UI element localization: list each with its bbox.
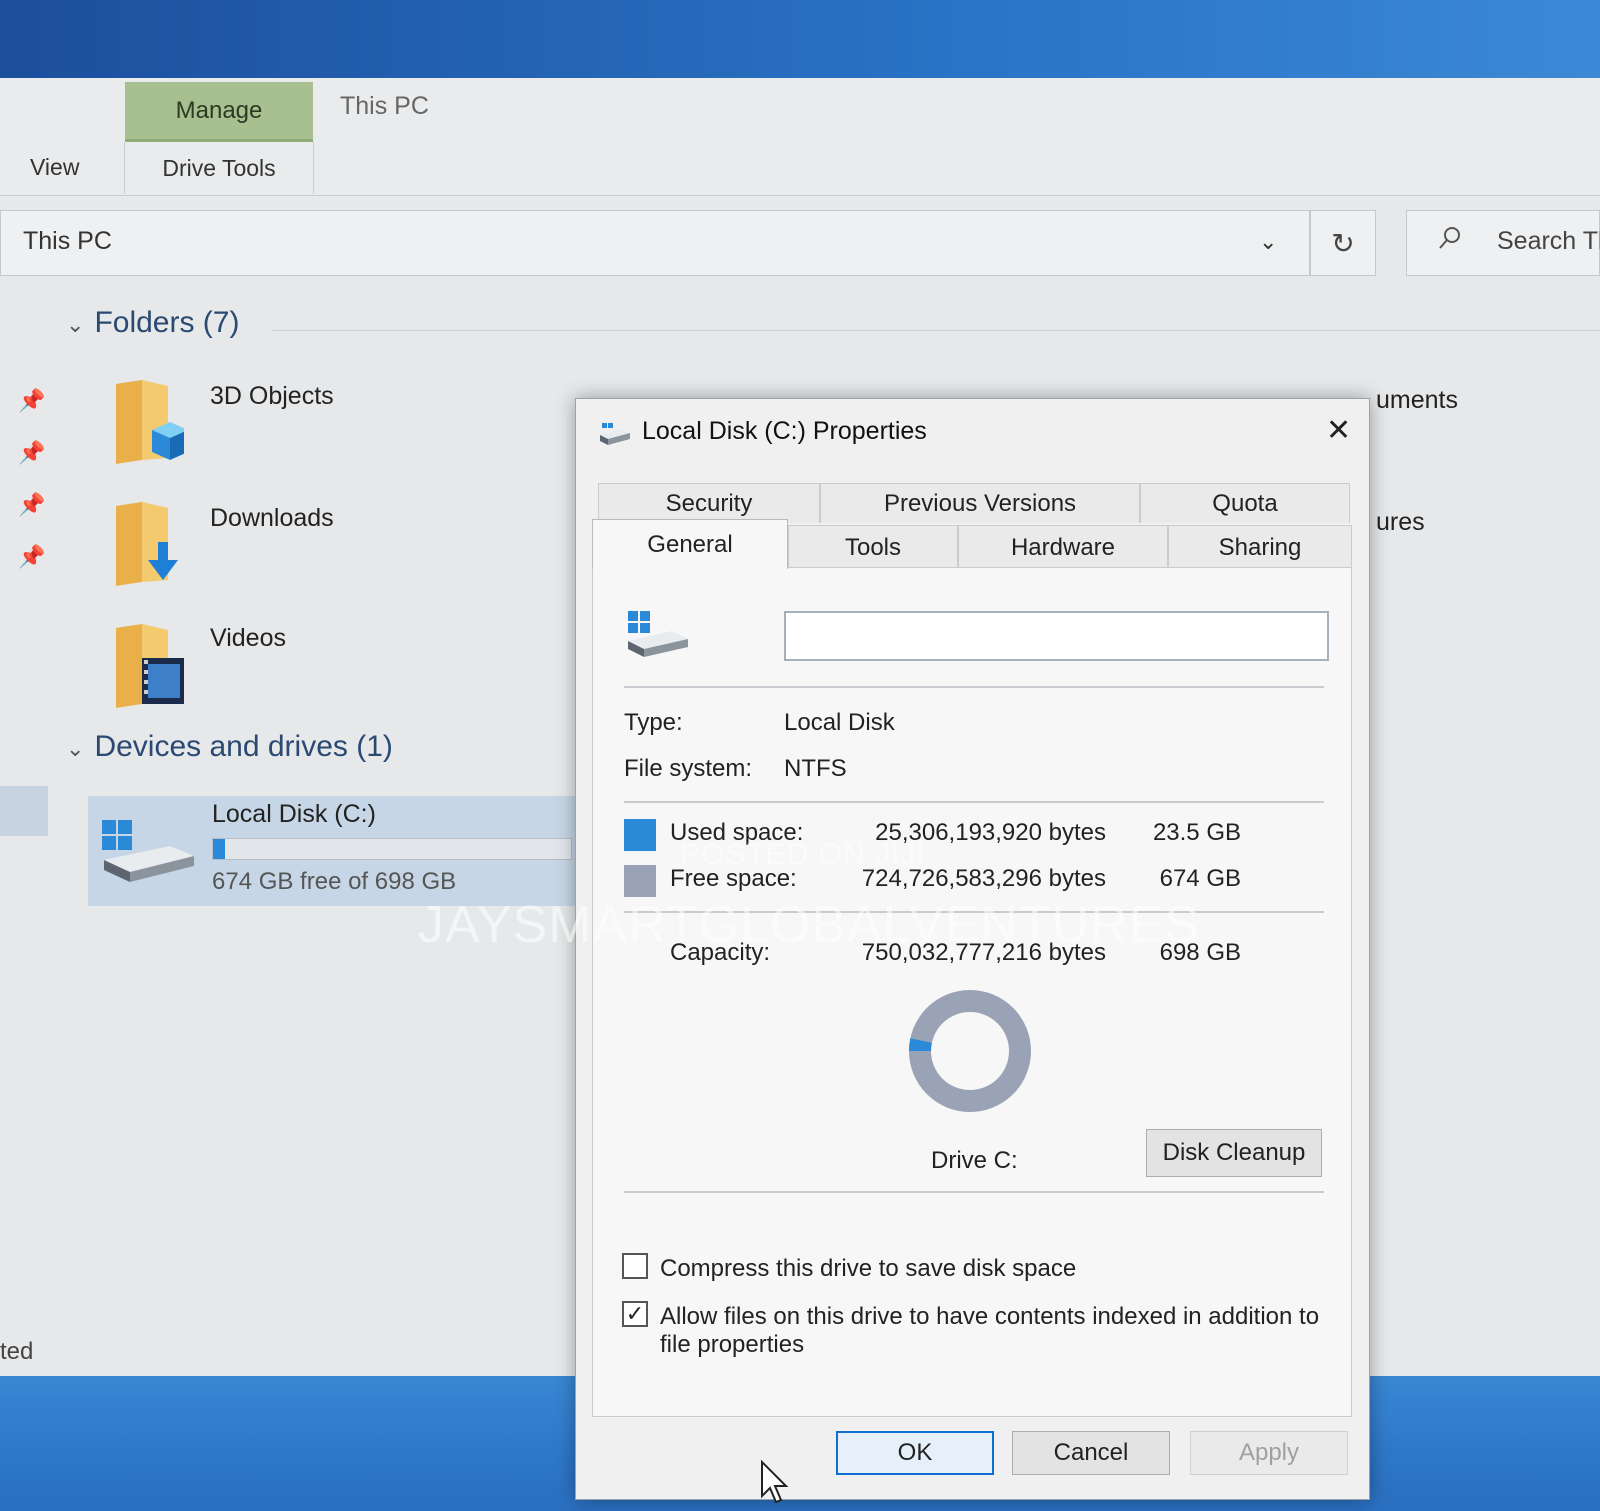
search-icon [1439, 227, 1460, 249]
folder-label-3d-objects[interactable]: 3D Objects [210, 382, 334, 411]
separator [624, 686, 1324, 688]
drive-usage-donut [909, 990, 1031, 1112]
pin-icon[interactable]: 📌 [18, 388, 45, 414]
folder-label-downloads[interactable]: Downloads [210, 504, 334, 533]
group-header-folders[interactable]: ⌄ Folders (7) [66, 306, 239, 340]
free-space-swatch [624, 865, 656, 897]
file-system-label: File system: [624, 755, 753, 782]
ok-button[interactable]: OK [836, 1431, 994, 1475]
drive-icon [628, 611, 688, 657]
group-header-devices[interactable]: ⌄ Devices and drives (1) [66, 730, 393, 764]
watermark-line1: POSTED ON JIJI [680, 838, 926, 871]
ribbon-tab-this-pc[interactable]: This PC [340, 92, 429, 121]
drive-icon [600, 423, 630, 445]
address-bar[interactable]: This PC ⌄ [0, 210, 1310, 276]
address-path: This PC [23, 227, 112, 255]
videos-icon [116, 624, 184, 708]
index-checkbox[interactable]: ✓ [622, 1301, 648, 1327]
chevron-down-icon: ⌄ [66, 736, 85, 761]
type-label: Type: [624, 709, 683, 736]
tab-hardware[interactable]: Hardware [958, 525, 1168, 569]
ribbon-tab-manage[interactable]: Manage [125, 82, 313, 142]
drive-caption: Drive C: [931, 1147, 1018, 1174]
tab-general[interactable]: General [592, 519, 788, 569]
separator [624, 1191, 1324, 1193]
3d-objects-icon [116, 380, 184, 464]
cancel-button[interactable]: Cancel [1012, 1431, 1170, 1475]
type-value: Local Disk [784, 709, 895, 736]
drive-usage-bar [212, 838, 572, 860]
desktop-wallpaper-top [0, 0, 1600, 82]
donut-free-segment [909, 990, 1031, 1112]
group-divider [272, 330, 1600, 331]
mouse-cursor-icon [761, 1460, 789, 1504]
downloads-icon [116, 502, 178, 586]
folder-label-documents-partial[interactable]: uments [1376, 386, 1458, 415]
status-bar-fragment: ted [0, 1338, 34, 1365]
apply-button[interactable]: Apply [1190, 1431, 1348, 1475]
used-space-gb: 23.5 GB [1152, 819, 1241, 846]
volume-label-input[interactable] [784, 611, 1329, 661]
pin-icon[interactable]: 📌 [18, 544, 45, 570]
drive-icon [102, 820, 194, 882]
search-input[interactable]: Search Tl [1406, 210, 1600, 276]
refresh-icon: ↻ [1331, 227, 1355, 259]
compress-checkbox[interactable] [622, 1253, 648, 1279]
folder-label-videos[interactable]: Videos [210, 624, 286, 653]
separator [624, 801, 1324, 803]
tab-quota[interactable]: Quota [1140, 483, 1350, 523]
tab-previous-versions[interactable]: Previous Versions [820, 483, 1140, 523]
watermark-line2: JAYSMARTGLOBALVENTURES [418, 896, 1200, 954]
ribbon-tab-view[interactable]: View [30, 154, 79, 181]
drive-name: Local Disk (C:) [212, 800, 376, 828]
search-placeholder: Search Tl [1497, 227, 1600, 255]
drive-usage-fill [213, 839, 226, 859]
used-space-swatch [624, 819, 656, 851]
compress-label: Compress this drive to save disk space [660, 1255, 1077, 1282]
pin-icon[interactable]: 📌 [18, 440, 45, 466]
ribbon-tab-drive-tools[interactable]: Drive Tools [124, 142, 314, 194]
dialog-title: Local Disk (C:) Properties [642, 417, 927, 445]
ribbon: Manage This PC View Drive Tools [0, 78, 1600, 196]
refresh-button[interactable]: ↻ [1310, 210, 1376, 276]
drive-free-space: 674 GB free of 698 GB [212, 868, 457, 895]
tab-tools[interactable]: Tools [788, 525, 958, 569]
pin-icon[interactable]: 📌 [18, 492, 45, 518]
close-icon[interactable]: ✕ [1326, 413, 1351, 448]
nav-pane-selection[interactable] [0, 786, 48, 836]
tab-security[interactable]: Security [598, 483, 820, 523]
index-label-line2: file properties [660, 1331, 805, 1358]
tab-sharing[interactable]: Sharing [1168, 525, 1352, 569]
index-label-line1: Allow files on this drive to have conten… [660, 1303, 1320, 1330]
file-system-value: NTFS [784, 755, 847, 782]
chevron-down-icon: ⌄ [66, 312, 85, 337]
chevron-down-icon[interactable]: ⌄ [1259, 229, 1277, 255]
group-title: Devices and drives (1) [94, 730, 393, 763]
disk-cleanup-button[interactable]: Disk Cleanup [1146, 1129, 1322, 1177]
folder-label-pictures-partial[interactable]: ures [1376, 508, 1425, 537]
free-space-gb: 674 GB [1159, 865, 1241, 892]
group-title: Folders (7) [94, 306, 240, 339]
